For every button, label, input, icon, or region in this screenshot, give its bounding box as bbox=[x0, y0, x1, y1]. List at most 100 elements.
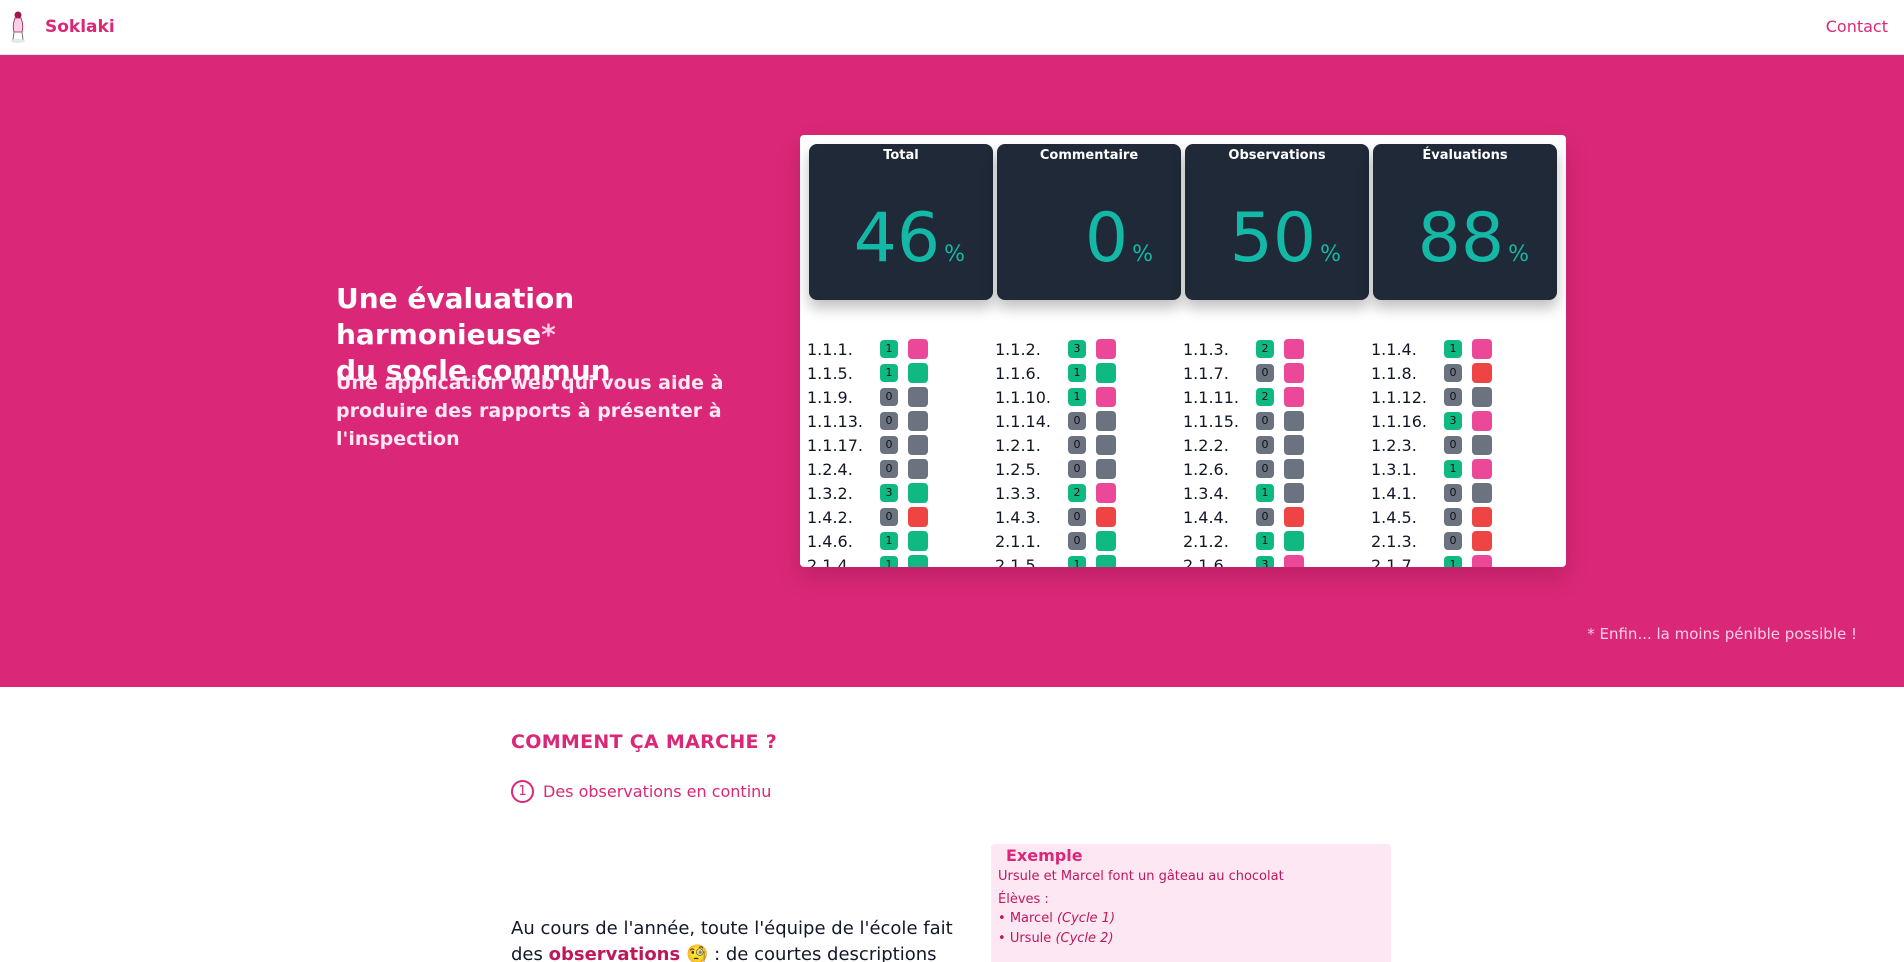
student-item: • Ursule (Cycle 2) bbox=[998, 931, 1114, 946]
observation-count-badge: 1 bbox=[880, 556, 898, 567]
evaluation-status-indicator bbox=[1472, 555, 1492, 567]
stat-card-evaluations: Évaluations 88% bbox=[1373, 144, 1557, 300]
competency-cell[interactable]: 1.1.11. 2 bbox=[1183, 385, 1371, 409]
competency-cell[interactable]: 1.4.3. 0 bbox=[995, 505, 1183, 529]
competency-cell[interactable]: 1.1.5. 1 bbox=[807, 361, 995, 385]
evaluation-status-indicator bbox=[908, 507, 928, 527]
evaluation-status-indicator bbox=[1096, 363, 1116, 383]
observation-count-badge: 1 bbox=[1444, 460, 1462, 478]
competency-cell[interactable]: 1.1.17. 0 bbox=[807, 433, 995, 457]
observation-count-badge: 0 bbox=[1256, 508, 1274, 526]
competency-cell[interactable]: 1.2.2. 0 bbox=[1183, 433, 1371, 457]
example-description: Ursule et Marcel font un gâteau au choco… bbox=[998, 869, 1284, 884]
competency-cell[interactable]: 1.1.9. 0 bbox=[807, 385, 995, 409]
observation-count-badge: 3 bbox=[1068, 340, 1086, 358]
evaluation-status-indicator bbox=[1096, 459, 1116, 479]
competency-row: 1.1.9. 0 1.1.10. 1 1.1.11. 2 1.1.12. 0 bbox=[807, 385, 1566, 409]
competency-cell[interactable]: 1.3.2. 3 bbox=[807, 481, 995, 505]
evaluation-status-indicator bbox=[1096, 387, 1116, 407]
evaluation-status-indicator bbox=[908, 459, 928, 479]
competency-cell[interactable]: 1.1.12. 0 bbox=[1371, 385, 1559, 409]
hero-subtitle: Une application web qui vous aide à prod… bbox=[336, 372, 724, 450]
evaluation-status-indicator bbox=[1096, 507, 1116, 527]
competency-cell[interactable]: 1.3.1. 1 bbox=[1371, 457, 1559, 481]
competency-cell[interactable]: 1.2.1. 0 bbox=[995, 433, 1183, 457]
competency-cell[interactable]: 1.1.4. 1 bbox=[1371, 337, 1559, 361]
stat-unit: % bbox=[944, 242, 965, 267]
evaluation-status-indicator bbox=[908, 339, 928, 359]
evaluation-status-indicator bbox=[908, 483, 928, 503]
competency-code: 1.3.2. bbox=[807, 483, 853, 503]
competency-code: 1.1.6. bbox=[995, 363, 1041, 383]
competency-cell[interactable]: 1.2.3. 0 bbox=[1371, 433, 1559, 457]
competency-code: 1.2.1. bbox=[995, 435, 1041, 455]
students-list: • Marcel (Cycle 1) • Ursule (Cycle 2) bbox=[998, 909, 1384, 949]
evaluation-status-indicator bbox=[1472, 531, 1492, 551]
competency-cell[interactable]: 1.4.1. 0 bbox=[1371, 481, 1559, 505]
competency-cell[interactable]: 2.1.3. 0 bbox=[1371, 529, 1559, 553]
evaluation-status-indicator bbox=[1472, 483, 1492, 503]
competency-cell[interactable]: 2.1.4. 1 bbox=[807, 553, 995, 567]
competency-cell[interactable]: 1.1.14. 0 bbox=[995, 409, 1183, 433]
competency-cell[interactable]: 2.1.2. 1 bbox=[1183, 529, 1371, 553]
competency-row: 1.1.17. 0 1.2.1. 0 1.2.2. 0 1.2.3. 0 bbox=[807, 433, 1566, 457]
competency-code: 1.3.3. bbox=[995, 483, 1041, 503]
competency-code: 1.1.2. bbox=[995, 339, 1041, 359]
competency-code: 1.1.7. bbox=[1183, 363, 1229, 383]
competency-cell[interactable]: 1.1.13. 0 bbox=[807, 409, 995, 433]
competency-cell[interactable]: 2.1.7. 1 bbox=[1371, 553, 1559, 567]
observation-count-badge: 1 bbox=[1444, 556, 1462, 567]
competency-cell[interactable]: 1.1.16. 3 bbox=[1371, 409, 1559, 433]
competency-cell[interactable]: 1.1.2. 3 bbox=[995, 337, 1183, 361]
competency-cell[interactable]: 1.1.15. 0 bbox=[1183, 409, 1371, 433]
competency-cell[interactable]: 1.4.5. 0 bbox=[1371, 505, 1559, 529]
competency-cell[interactable]: 1.1.1. 1 bbox=[807, 337, 995, 361]
observation-count-badge: 0 bbox=[1444, 436, 1462, 454]
competency-cell[interactable]: 1.3.4. 1 bbox=[1183, 481, 1371, 505]
competency-code: 1.4.3. bbox=[995, 507, 1041, 527]
stat-value: 46% bbox=[854, 199, 965, 295]
competency-cell[interactable]: 2.1.6. 3 bbox=[1183, 553, 1371, 567]
evaluation-status-indicator bbox=[1096, 555, 1116, 567]
competency-cell[interactable]: 1.2.4. 0 bbox=[807, 457, 995, 481]
competency-cell[interactable]: 1.4.4. 0 bbox=[1183, 505, 1371, 529]
observation-count-badge: 0 bbox=[1068, 412, 1086, 430]
stat-value: 88% bbox=[1418, 199, 1529, 295]
competency-cell[interactable]: 2.1.1. 0 bbox=[995, 529, 1183, 553]
competency-cell[interactable]: 1.1.6. 1 bbox=[995, 361, 1183, 385]
evaluation-status-indicator bbox=[1472, 507, 1492, 527]
competency-cell[interactable]: 1.2.5. 0 bbox=[995, 457, 1183, 481]
observation-count-badge: 1 bbox=[1068, 556, 1086, 567]
competency-cell[interactable]: 1.2.6. 0 bbox=[1183, 457, 1371, 481]
stat-card-observations: Observations 50% bbox=[1185, 144, 1369, 300]
observation-count-badge: 0 bbox=[1444, 508, 1462, 526]
evaluation-status-indicator bbox=[1096, 531, 1116, 551]
competency-code: 2.1.3. bbox=[1371, 531, 1417, 551]
competency-cell[interactable]: 1.4.2. 0 bbox=[807, 505, 995, 529]
hero-footnote: * Enfin... la moins pénible possible ! bbox=[1587, 625, 1857, 643]
evaluation-status-indicator bbox=[1284, 435, 1304, 455]
competency-cell[interactable]: 1.4.6. 1 bbox=[807, 529, 995, 553]
step-number-badge: 1 bbox=[511, 780, 534, 803]
hero-title-line1: Une évaluation harmonieuse bbox=[336, 282, 575, 351]
competency-row: 1.1.5. 1 1.1.6. 1 1.1.7. 0 1.1.8. 0 bbox=[807, 361, 1566, 385]
evaluation-status-indicator bbox=[1284, 483, 1304, 503]
competency-cell[interactable]: 1.1.10. 1 bbox=[995, 385, 1183, 409]
competency-cell[interactable]: 1.1.8. 0 bbox=[1371, 361, 1559, 385]
competency-cell[interactable]: 1.1.7. 0 bbox=[1183, 361, 1371, 385]
competency-cell[interactable]: 1.3.3. 2 bbox=[995, 481, 1183, 505]
competency-grid: 1.1.1. 1 1.1.2. 3 1.1.3. 2 1.1.4. 1 1.1.5. 1 1.1.6… bbox=[807, 337, 1566, 567]
evaluation-status-indicator bbox=[908, 363, 928, 383]
student-cycle: (Cycle 2) bbox=[1055, 931, 1114, 946]
step-1: 1 Des observations en continu bbox=[511, 780, 771, 803]
stat-number: 50 bbox=[1229, 199, 1317, 278]
observation-count-badge: 0 bbox=[880, 436, 898, 454]
stat-unit: % bbox=[1132, 242, 1153, 267]
contact-link[interactable]: Contact bbox=[1826, 17, 1888, 36]
competency-code: 1.1.1. bbox=[807, 339, 853, 359]
evaluation-status-indicator bbox=[908, 387, 928, 407]
competency-cell[interactable]: 1.1.3. 2 bbox=[1183, 337, 1371, 361]
brand-link[interactable]: Soklaki bbox=[8, 10, 115, 44]
competency-code: 2.1.4. bbox=[807, 555, 853, 568]
competency-cell[interactable]: 2.1.5. 1 bbox=[995, 553, 1183, 567]
